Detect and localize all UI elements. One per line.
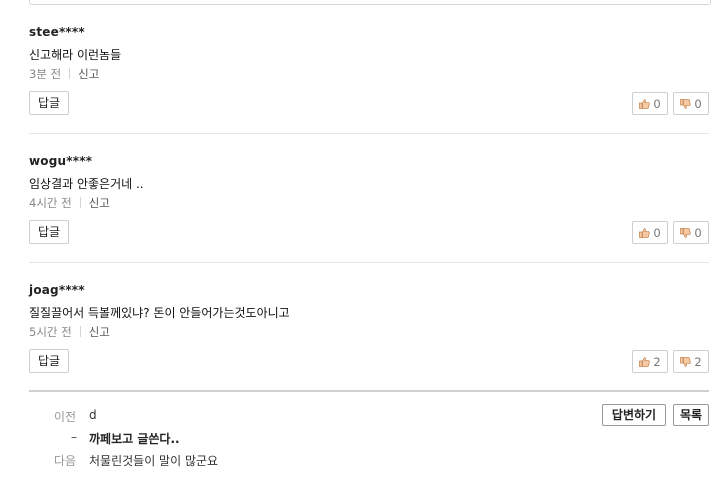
- dislike-count: 0: [694, 225, 702, 240]
- like-button[interactable]: 0: [632, 221, 668, 244]
- comment-body: 신고해라 이런놈들: [29, 48, 122, 62]
- like-button[interactable]: 2: [632, 350, 668, 373]
- like-count: 0: [653, 225, 661, 240]
- current-post-marker: –: [71, 430, 77, 444]
- post-navigation: 이전 d – 까페보고 글쓴다.. 다음 처물린것들이 말이 많군요 답변하기 …: [29, 390, 709, 472]
- thumbs-up-icon: [639, 98, 651, 109]
- dislike-button[interactable]: 2: [673, 350, 709, 373]
- comment-body: 임상결과 안좋은거네 ..: [29, 177, 144, 191]
- comment-author: wogu****: [29, 154, 93, 168]
- comment-meta: 4시간 전 신고: [29, 195, 110, 211]
- dislike-count: 0: [694, 96, 702, 111]
- prev-label: 이전: [54, 410, 77, 424]
- comment-time: 4시간 전: [29, 196, 72, 210]
- comment-body: 질질끌어서 득볼께있냐? 돈이 안들어가는것도아니고: [29, 306, 290, 320]
- comment-item: joag**** 질질끌어서 득볼께있냐? 돈이 안들어가는것도아니고 5시간 …: [29, 258, 709, 387]
- reply-button[interactable]: 답글: [29, 349, 69, 373]
- report-link[interactable]: 신고: [89, 196, 110, 210]
- comment-time: 3분 전: [29, 67, 62, 81]
- current-post-title: 까페보고 글쓴다..: [89, 432, 180, 446]
- thumbs-down-icon: [680, 356, 692, 367]
- comment-meta: 3분 전 신고: [29, 66, 99, 82]
- report-link[interactable]: 신고: [78, 67, 99, 81]
- dislike-count: 2: [694, 354, 702, 369]
- dislike-button[interactable]: 0: [673, 221, 709, 244]
- reply-button[interactable]: 답글: [29, 220, 69, 244]
- dislike-button[interactable]: 0: [673, 92, 709, 115]
- comment-time: 5시간 전: [29, 325, 72, 339]
- answer-button[interactable]: 답변하기: [602, 404, 666, 426]
- meta-divider: [69, 68, 71, 79]
- thumbs-up-icon: [639, 227, 651, 238]
- comment-author: joag****: [29, 283, 85, 297]
- meta-divider: [79, 326, 81, 337]
- prev-post-link[interactable]: d: [89, 408, 97, 422]
- comment-author: stee****: [29, 25, 85, 39]
- comment-item: stee**** 신고해라 이런놈들 3분 전 신고 답글 0 0: [29, 0, 709, 129]
- like-count: 2: [653, 354, 661, 369]
- list-button[interactable]: 목록: [673, 404, 709, 426]
- comment-item: wogu**** 임상결과 안좋은거네 .. 4시간 전 신고 답글 0 0: [29, 129, 709, 258]
- thumbs-up-icon: [639, 356, 651, 367]
- like-button[interactable]: 0: [632, 92, 668, 115]
- next-post-link[interactable]: 처물린것들이 말이 많군요: [89, 452, 218, 469]
- like-count: 0: [653, 96, 661, 111]
- thumbs-down-icon: [680, 227, 692, 238]
- thumbs-down-icon: [680, 98, 692, 109]
- meta-divider: [79, 197, 81, 208]
- comment-meta: 5시간 전 신고: [29, 324, 110, 340]
- report-link[interactable]: 신고: [89, 325, 110, 339]
- reply-button[interactable]: 답글: [29, 91, 69, 115]
- next-label: 다음: [54, 454, 77, 468]
